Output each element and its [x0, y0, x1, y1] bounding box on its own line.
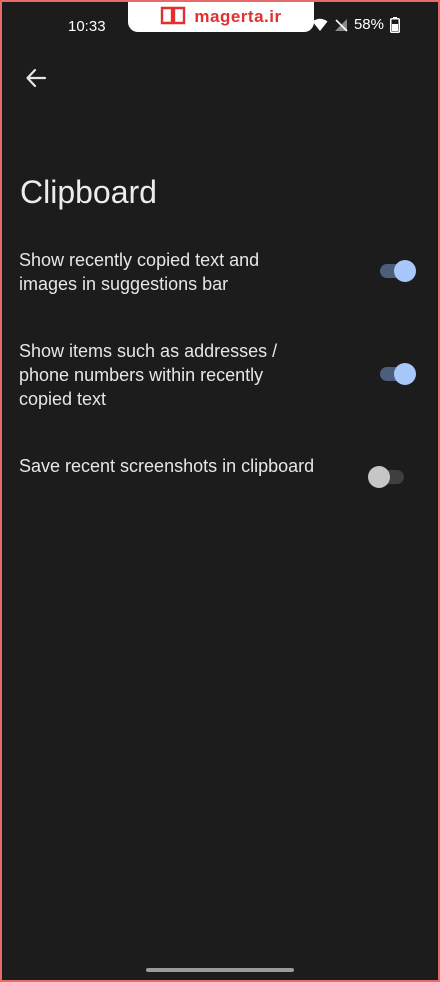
setting-label: Save recent screenshots in clipboard — [19, 456, 315, 476]
setting-row-items-in-copied-text[interactable]: Show items such as addresses / phone num… — [2, 339, 438, 415]
wifi-icon — [312, 18, 328, 32]
toggle-switch[interactable] — [368, 466, 412, 488]
status-icons: 58% — [312, 16, 400, 33]
toggle-thumb — [394, 363, 416, 385]
status-time: 10:33 — [68, 18, 106, 35]
screen: 10:33 magerta.ir 58% Clipboard Show rece… — [2, 2, 438, 980]
arrow-left-icon — [25, 67, 47, 94]
book-icon — [160, 5, 186, 30]
toggle-switch[interactable] — [376, 363, 420, 385]
setting-row-recent-text[interactable]: Show recently copied text and images in … — [2, 248, 438, 300]
watermark-text: magerta.ir — [194, 7, 282, 26]
setting-label: Show items such as addresses / phone num… — [19, 341, 278, 409]
page-title: Clipboard — [20, 174, 157, 210]
home-indicator[interactable] — [146, 968, 294, 972]
setting-label: Show recently copied text and images in … — [19, 250, 260, 294]
watermark-logo: magerta.ir — [128, 2, 314, 32]
toggle-thumb — [394, 260, 416, 282]
back-button[interactable] — [20, 64, 52, 96]
no-signal-icon — [334, 18, 348, 32]
battery-percent: 58% — [353, 16, 384, 33]
toggle-switch[interactable] — [376, 260, 420, 282]
toggle-thumb — [368, 466, 390, 488]
battery-icon — [390, 16, 400, 33]
setting-row-screenshots[interactable]: Save recent screenshots in clipboard — [2, 454, 438, 506]
